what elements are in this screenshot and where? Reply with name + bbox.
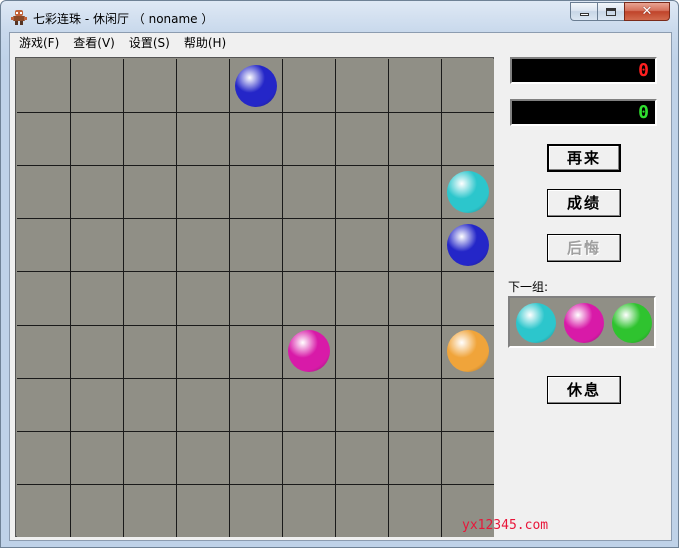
menu-game[interactable]: 游戏(F) bbox=[12, 33, 66, 53]
window-title: 七彩连珠 - 休闲厅 （ noname ） bbox=[33, 12, 214, 26]
grid-line-horizontal bbox=[17, 325, 494, 326]
score-display: 0 bbox=[510, 57, 657, 84]
scores-button[interactable]: 成绩 bbox=[547, 189, 621, 217]
next-ball-cyan bbox=[516, 303, 556, 343]
board-grid[interactable] bbox=[17, 59, 494, 537]
maximize-button[interactable] bbox=[597, 2, 624, 21]
window-controls: ✕ bbox=[570, 2, 670, 22]
ball-blue[interactable] bbox=[447, 224, 489, 266]
menu-help[interactable]: 帮助(H) bbox=[177, 33, 233, 53]
grid-line-horizontal bbox=[17, 271, 494, 272]
grid-line-vertical bbox=[388, 59, 389, 537]
undo-button[interactable]: 后悔 bbox=[547, 234, 621, 262]
best-score-display: 0 bbox=[510, 99, 657, 126]
menu-bar: 游戏(F) 查看(V) 设置(S) 帮助(H) bbox=[10, 33, 671, 53]
grid-line-vertical bbox=[441, 59, 442, 537]
minimize-icon bbox=[579, 13, 589, 16]
menu-settings[interactable]: 设置(S) bbox=[122, 33, 177, 53]
grid-line-vertical bbox=[282, 59, 283, 537]
ball-orange[interactable] bbox=[447, 330, 489, 372]
menu-view[interactable]: 查看(V) bbox=[66, 33, 122, 53]
next-ball-green bbox=[612, 303, 652, 343]
grid-line-vertical bbox=[335, 59, 336, 537]
grid-line-horizontal bbox=[17, 165, 494, 166]
next-group-preview bbox=[508, 296, 656, 348]
grid-line-vertical bbox=[70, 59, 71, 537]
grid-line-horizontal bbox=[17, 112, 494, 113]
ball-blue[interactable] bbox=[235, 65, 277, 107]
title-bar[interactable]: 七彩连珠 - 休闲厅 （ noname ） ✕ bbox=[1, 1, 678, 32]
minimize-button[interactable] bbox=[570, 2, 597, 21]
close-icon: ✕ bbox=[641, 4, 653, 19]
next-ball-magenta bbox=[564, 303, 604, 343]
game-character-icon bbox=[11, 10, 27, 25]
ball-magenta[interactable] bbox=[288, 330, 330, 372]
grid-line-horizontal bbox=[17, 218, 494, 219]
watermark-text: yx12345.com bbox=[462, 518, 549, 533]
close-button[interactable]: ✕ bbox=[624, 2, 670, 21]
rest-button[interactable]: 休息 bbox=[547, 376, 621, 404]
game-window: 七彩连珠 - 休闲厅 （ noname ） ✕ 游戏(F) 查看(V) 设置(S… bbox=[0, 0, 679, 548]
ball-cyan[interactable] bbox=[447, 171, 489, 213]
maximize-icon bbox=[606, 7, 616, 16]
grid-line-vertical bbox=[176, 59, 177, 537]
current-score: 0 bbox=[638, 60, 649, 81]
client-area: 游戏(F) 查看(V) 设置(S) 帮助(H) yx12345.com 0 0 … bbox=[9, 32, 672, 541]
grid-line-vertical bbox=[229, 59, 230, 537]
restart-button[interactable]: 再来 bbox=[547, 144, 621, 172]
game-board[interactable] bbox=[15, 57, 494, 537]
grid-line-horizontal bbox=[17, 484, 494, 485]
best-score: 0 bbox=[638, 102, 649, 123]
grid-line-horizontal bbox=[17, 378, 494, 379]
next-group-label: 下一组: bbox=[508, 280, 549, 294]
grid-line-horizontal bbox=[17, 431, 494, 432]
grid-line-vertical bbox=[123, 59, 124, 537]
